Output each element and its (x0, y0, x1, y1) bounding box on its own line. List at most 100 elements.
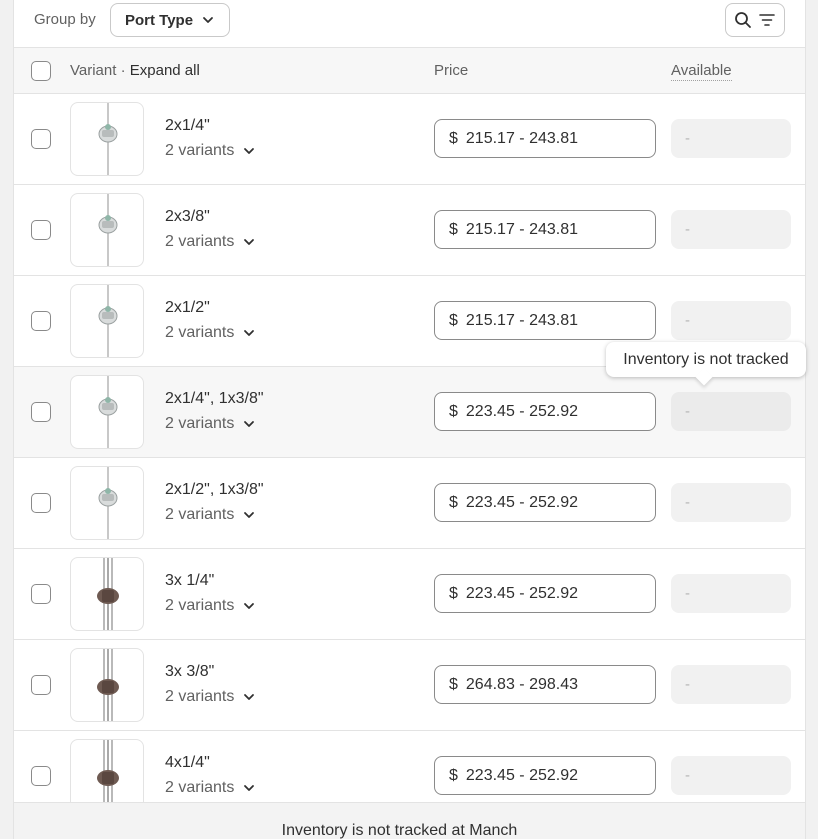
chevron-down-icon (244, 330, 255, 336)
variants-count: 2 variants (165, 142, 235, 159)
row-checkbox[interactable] (31, 675, 51, 695)
footer-text: Inventory is not tracked at Manch (281, 822, 518, 839)
chevron-down-icon (244, 785, 255, 791)
available-column-header[interactable]: Available (671, 62, 732, 81)
available-field[interactable]: - (671, 574, 791, 613)
row-checkbox[interactable] (31, 493, 51, 513)
variants-toggle[interactable]: 2 variants (165, 415, 256, 433)
variant-name[interactable]: 2x1/4", 1x3/8" (165, 390, 264, 408)
chevron-down-icon (244, 421, 255, 427)
variants-count: 2 variants (165, 233, 235, 250)
currency-symbol: $ (449, 766, 458, 784)
variants-count: 2 variants (165, 779, 235, 796)
available-value: - (685, 130, 690, 147)
inventory-tooltip: Inventory is not tracked (606, 342, 806, 386)
chevron-down-icon (244, 603, 255, 609)
price-value: 223.45 - 252.92 (465, 493, 578, 511)
price-field[interactable]: $215.17 - 243.81 (434, 119, 656, 158)
variant-name[interactable]: 3x 3/8" (165, 663, 214, 681)
variant-thumbnail[interactable] (70, 648, 144, 722)
variants-toggle[interactable]: 2 variants (165, 597, 256, 615)
available-field[interactable]: - (671, 392, 791, 431)
group-by-label: Group by (34, 11, 96, 28)
currency-symbol: $ (449, 675, 458, 693)
row-checkbox[interactable] (31, 402, 51, 422)
variant-name[interactable]: 2x1/2" (165, 299, 210, 317)
variants-toggle[interactable]: 2 variants (165, 688, 256, 706)
variant-name[interactable]: 2x1/4" (165, 117, 210, 135)
available-field[interactable]: - (671, 119, 791, 158)
price-field[interactable]: $215.17 - 243.81 (434, 301, 656, 340)
tooltip-text: Inventory is not tracked (623, 350, 789, 368)
chevron-down-icon (244, 694, 255, 700)
available-field[interactable]: - (671, 756, 791, 795)
table-row[interactable]: 2x1/4", 1x3/8" 2 variants $223.45 - 252.92… (14, 367, 805, 458)
header-separator: · (116, 62, 130, 79)
available-field[interactable]: - (671, 301, 791, 340)
group-by-select[interactable]: Port Type (110, 3, 230, 37)
variant-thumbnail[interactable] (70, 466, 144, 540)
variants-count: 2 variants (165, 415, 235, 432)
table-row[interactable]: 2x1/4" 2 variants $215.17 - 243.81 - (14, 94, 805, 185)
variants-toggle[interactable]: 2 variants (165, 506, 256, 524)
available-value: - (685, 403, 690, 420)
select-all-checkbox[interactable] (31, 61, 51, 81)
currency-symbol: $ (449, 402, 458, 420)
toolbar: Group by Port Type (14, 0, 805, 47)
variant-thumbnail[interactable] (70, 739, 144, 802)
row-checkbox[interactable] (31, 766, 51, 786)
price-field[interactable]: $215.17 - 243.81 (434, 210, 656, 249)
price-value: 215.17 - 243.81 (465, 220, 578, 238)
price-field[interactable]: $264.83 - 298.43 (434, 665, 656, 704)
chevron-down-icon (244, 239, 255, 245)
search-icon (735, 12, 751, 28)
available-value: - (685, 312, 690, 329)
variant-thumbnail[interactable] (70, 193, 144, 267)
price-field[interactable]: $223.45 - 252.92 (434, 392, 656, 431)
search-filter-button[interactable] (725, 3, 785, 37)
variants-count: 2 variants (165, 597, 235, 614)
available-value: - (685, 767, 690, 784)
table-row[interactable]: 3x 1/4" 2 variants $223.45 - 252.92 - (14, 549, 805, 640)
available-field[interactable]: - (671, 210, 791, 249)
price-column-header: Price (434, 62, 469, 79)
available-field[interactable]: - (671, 483, 791, 522)
variant-thumbnail[interactable] (70, 375, 144, 449)
row-checkbox[interactable] (31, 311, 51, 331)
chevron-down-icon (244, 512, 255, 518)
footer-message: Inventory is not tracked at Manch (14, 802, 805, 839)
variant-name[interactable]: 4x1/4" (165, 754, 210, 772)
variants-panel: Group by Port Type Variant · Expand all … (13, 0, 806, 839)
available-field[interactable]: - (671, 665, 791, 704)
variant-name[interactable]: 2x3/8" (165, 208, 210, 226)
variant-header-label: Variant (70, 62, 117, 79)
table-header: Variant · Expand all Price Available (14, 47, 805, 94)
variant-thumbnail[interactable] (70, 284, 144, 358)
price-field[interactable]: $223.45 - 252.92 (434, 483, 656, 522)
table-row[interactable]: 2x3/8" 2 variants $215.17 - 243.81 - (14, 185, 805, 276)
row-checkbox[interactable] (31, 220, 51, 240)
variant-thumbnail[interactable] (70, 557, 144, 631)
currency-symbol: $ (449, 584, 458, 602)
row-checkbox[interactable] (31, 584, 51, 604)
table-row[interactable]: 4x1/4" 2 variants $223.45 - 252.92 - (14, 731, 805, 802)
variant-name[interactable]: 2x1/2", 1x3/8" (165, 481, 264, 499)
price-value: 223.45 - 252.92 (465, 766, 578, 784)
variants-toggle[interactable]: 2 variants (165, 779, 256, 797)
table-row[interactable]: 3x 3/8" 2 variants $264.83 - 298.43 - (14, 640, 805, 731)
variants-toggle[interactable]: 2 variants (165, 233, 256, 251)
available-value: - (685, 494, 690, 511)
table-row[interactable]: 2x1/2", 1x3/8" 2 variants $223.45 - 252.92… (14, 458, 805, 549)
variants-toggle[interactable]: 2 variants (165, 142, 256, 160)
row-checkbox[interactable] (31, 129, 51, 149)
group-by-value: Port Type (125, 11, 194, 29)
variant-thumbnail[interactable] (70, 102, 144, 176)
variants-toggle[interactable]: 2 variants (165, 324, 256, 342)
price-field[interactable]: $223.45 - 252.92 (434, 756, 656, 795)
variants-count: 2 variants (165, 506, 235, 523)
expand-all-link[interactable]: Expand all (130, 62, 200, 79)
variants-count: 2 variants (165, 688, 235, 705)
price-field[interactable]: $223.45 - 252.92 (434, 574, 656, 613)
variants-count: 2 variants (165, 324, 235, 341)
variant-name[interactable]: 3x 1/4" (165, 572, 214, 590)
